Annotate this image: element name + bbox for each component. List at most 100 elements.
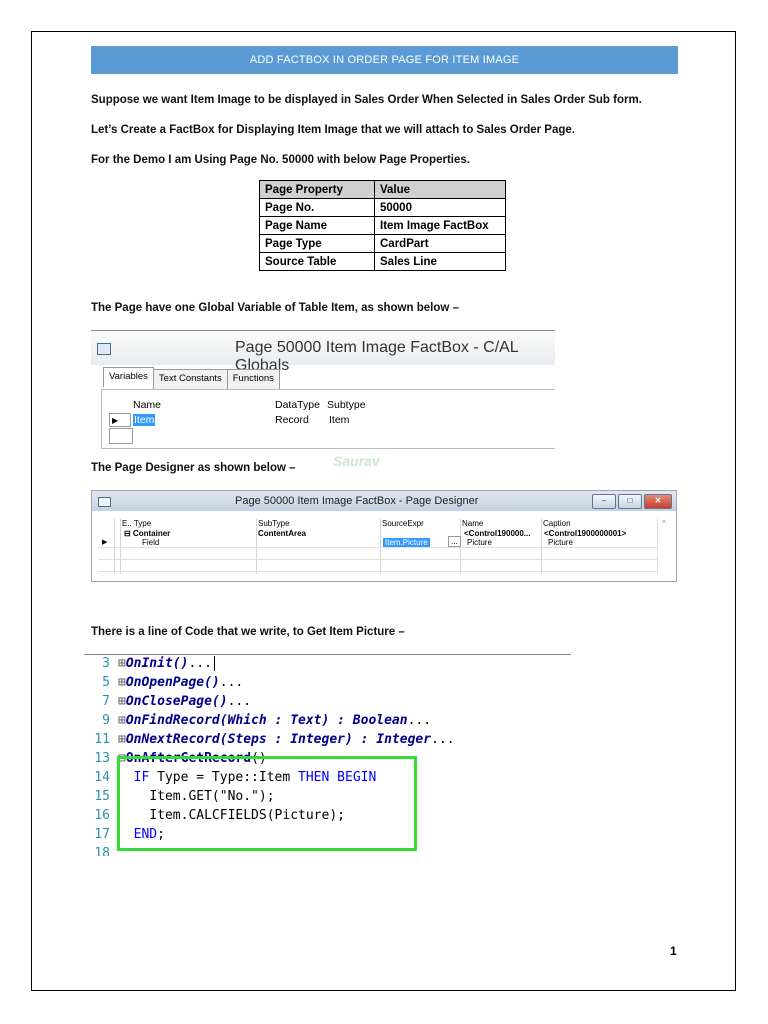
row-selector-empty[interactable]	[109, 428, 133, 444]
column-header-subtype: Subtype	[327, 399, 366, 411]
tab-text-constants[interactable]: Text Constants	[152, 369, 228, 389]
cal-globals-window: Page 50000 Item Image FactBox - C/AL Glo…	[91, 330, 555, 449]
sourceexpr-value: Item.Picture	[383, 538, 430, 547]
page-designer-window: Page 50000 Item Image FactBox - Page Des…	[91, 490, 677, 582]
code-top-rule	[84, 654, 571, 655]
line-number: 15	[94, 789, 110, 804]
scroll-up-icon[interactable]: ^	[662, 519, 666, 528]
code-line: 7 ⊞OnClosePage()...	[90, 694, 251, 709]
table-row: Page No. 50000	[259, 198, 506, 217]
line-number: 11	[94, 732, 110, 747]
trigger-name: OnOpenPage()	[125, 675, 220, 690]
table-header-cell: Value	[374, 180, 506, 199]
window-titlebar: Page 50000 Item Image FactBox - Page Des…	[92, 491, 676, 511]
page-number: 1	[670, 944, 677, 958]
paragraph-2: Let’s Create a FactBox for Displaying It…	[91, 124, 575, 136]
code-line: 3 ⊞OnInit()...	[90, 656, 215, 671]
highlight-box	[117, 756, 417, 851]
table-row: Page Type CardPart	[259, 234, 506, 253]
row-selector-arrow-icon[interactable]: ▶	[109, 413, 131, 427]
line-number: 5	[102, 675, 110, 690]
globals-intro: The Page have one Global Variable of Tab…	[91, 302, 459, 314]
line-number: 9	[102, 713, 110, 728]
container-subtype-cell[interactable]: ContentArea	[258, 529, 306, 538]
column-header-name: Name	[462, 519, 484, 528]
trigger-name: OnFindRecord(Which : Text) : Boolean	[125, 713, 408, 728]
code-intro: There is a line of Code that we write, t…	[91, 626, 405, 638]
container-type-cell[interactable]: ⊟ Container	[124, 529, 170, 538]
collapsed-ellipsis: ...	[227, 694, 252, 709]
line-number: 17	[94, 827, 110, 842]
section-banner: ADD FACTBOX IN ORDER PAGE FOR ITEM IMAGE	[91, 46, 678, 74]
paragraph-1: Suppose we want Item Image to be display…	[91, 94, 642, 106]
maximize-icon[interactable]: □	[618, 494, 642, 509]
code-line: 18	[90, 846, 118, 856]
trigger-name: OnClosePage()	[125, 694, 228, 709]
page-properties-table: Page Property Value Page No. 50000 Page …	[259, 180, 506, 271]
field-sourceexpr-cell[interactable]: Item.Picture	[383, 538, 430, 547]
line-number: 16	[94, 808, 110, 823]
table-header-row: Page Property Value	[259, 180, 506, 199]
expand-icon[interactable]: ⊞	[118, 732, 126, 747]
line-number: 18	[94, 846, 110, 856]
window-controls: – □ ✕	[592, 494, 672, 509]
tab-bar: Variables Text Constants Functions	[103, 367, 280, 389]
column-header-subtype: SubType	[258, 519, 290, 528]
window-titlebar: Page 50000 Item Image FactBox - C/AL Glo…	[91, 331, 555, 374]
table-row: Source Table Sales Line	[259, 252, 506, 271]
line-number: 13	[94, 751, 110, 766]
collapsed-ellipsis: ...	[431, 732, 455, 747]
assist-edit-button[interactable]: ...	[448, 536, 461, 547]
table-cell: Page Type	[259, 234, 375, 253]
tab-variables[interactable]: Variables	[103, 367, 154, 387]
table-cell: CardPart	[374, 234, 506, 253]
field-type-cell[interactable]: Field	[142, 538, 159, 547]
table-cell: Page Name	[259, 216, 375, 235]
vertical-scrollbar[interactable]: ^	[657, 519, 670, 574]
expand-icon[interactable]: ⊞	[118, 656, 126, 671]
table-icon	[97, 343, 111, 355]
collapsed-ellipsis: ...	[407, 713, 432, 728]
table-row: Page Name Item Image FactBox	[259, 216, 506, 235]
line-number: 14	[94, 770, 110, 785]
field-name-cell[interactable]: Picture	[467, 538, 492, 547]
window-title: Page 50000 Item Image FactBox - Page Des…	[235, 495, 479, 507]
column-header-sourceexpr: SourceExpr	[382, 519, 424, 528]
expand-icon[interactable]: ⊞	[118, 675, 126, 690]
minimize-icon[interactable]: –	[592, 494, 616, 509]
variable-datatype-cell[interactable]: Record	[275, 414, 309, 426]
tab-functions[interactable]: Functions	[226, 369, 280, 389]
variable-subtype-cell[interactable]: Item	[329, 414, 349, 426]
column-header-type: E.. Type	[122, 519, 152, 528]
line-number: 3	[102, 656, 110, 671]
table-cell: Item Image FactBox	[374, 216, 506, 235]
table-cell: 50000	[374, 198, 506, 217]
grid-line	[98, 547, 658, 548]
row-selector-arrow-icon[interactable]: ▶	[102, 538, 107, 546]
expand-icon[interactable]: ⊞	[118, 713, 126, 728]
field-caption-cell[interactable]: Picture	[548, 538, 573, 547]
container-caption-cell[interactable]: <Control1900000001>	[544, 529, 626, 538]
table-cell: Sales Line	[374, 252, 506, 271]
window-title: Page 50000 Item Image FactBox - C/AL Glo…	[235, 339, 519, 374]
variable-name-value: Item	[133, 414, 156, 426]
table-cell: Page No.	[259, 198, 375, 217]
watermark-text: Saurav	[333, 453, 380, 469]
trigger-name: OnInit()	[125, 656, 189, 671]
trigger-name: OnNextRecord(Steps : Integer) : Integer	[125, 732, 432, 747]
designer-icon	[98, 497, 111, 507]
code-line: 5 ⊞OnOpenPage()...	[90, 675, 243, 690]
close-icon[interactable]: ✕	[644, 494, 672, 509]
code-line: 11 ⊞OnNextRecord(Steps : Integer) : Integ…	[90, 732, 455, 747]
expand-icon[interactable]: ⊞	[118, 694, 126, 709]
grid-line	[98, 559, 658, 560]
column-header-caption: Caption	[543, 519, 571, 528]
collapsed-ellipsis: ...	[219, 675, 244, 690]
variables-panel	[101, 389, 555, 449]
container-name-cell[interactable]: <Control190000...	[464, 529, 530, 538]
code-line: 9 ⊞OnFindRecord(Which : Text) : Boolean..…	[90, 713, 431, 728]
table-cell: Source Table	[259, 252, 375, 271]
designer-intro: The Page Designer as shown below –	[91, 462, 296, 474]
column-header-name: Name	[133, 399, 162, 411]
variable-name-cell[interactable]: Item	[133, 414, 156, 426]
